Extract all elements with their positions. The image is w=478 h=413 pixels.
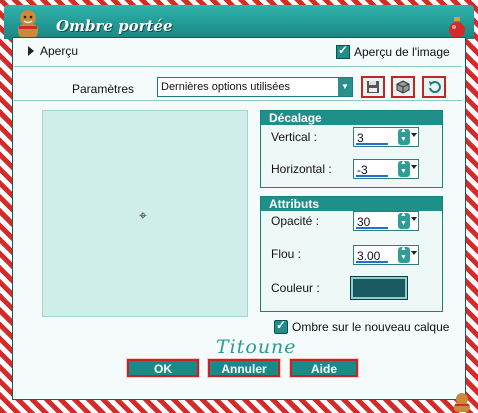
- apercu-label[interactable]: Aperçu: [40, 44, 78, 58]
- parametres-select-value: Dernières options utilisées: [161, 81, 291, 93]
- reset-icon: [429, 81, 441, 94]
- flou-spinner[interactable]: 3.00: [353, 245, 419, 265]
- vertical-label: Vertical :: [271, 130, 318, 144]
- decalage-header: Décalage: [261, 111, 442, 125]
- decalage-group: Décalage Vertical : 3 Horizontal : -3: [260, 110, 443, 188]
- apercu-checkbox[interactable]: [336, 43, 350, 59]
- opacite-spinner[interactable]: 30: [353, 211, 419, 231]
- christmas-ornament-icon[interactable]: [447, 17, 467, 39]
- couleur-swatch[interactable]: [350, 276, 408, 300]
- expand-arrow-icon[interactable]: [28, 46, 34, 56]
- attributs-group: Attributs Opacité : 30 Flou : 3.00 Coule…: [260, 196, 443, 312]
- save-icon: [367, 81, 379, 93]
- save-preset-button[interactable]: [361, 76, 385, 98]
- value-underline: [356, 227, 388, 229]
- opacite-label: Opacité :: [271, 214, 320, 228]
- aide-button[interactable]: Aide: [289, 358, 359, 378]
- value-underline: [356, 143, 388, 145]
- dropdown-arrow-icon[interactable]: [411, 165, 417, 169]
- calque-label[interactable]: Ombre sur le nouveau calque: [292, 320, 449, 334]
- spin-arrows-icon[interactable]: [398, 159, 410, 177]
- horizontal-label: Horizontal :: [271, 162, 332, 176]
- cube-icon: [396, 80, 410, 94]
- vertical-spinner[interactable]: 3: [353, 127, 419, 147]
- spin-arrows-icon[interactable]: [398, 127, 410, 145]
- value-underline: [356, 175, 388, 177]
- apercu-checkbox-label[interactable]: Aperçu de l'image: [354, 45, 450, 59]
- spin-arrows-icon[interactable]: [398, 211, 410, 229]
- gingerbread-icon: [18, 10, 38, 38]
- horizontal-spinner[interactable]: -3: [353, 159, 419, 179]
- spin-arrows-icon[interactable]: [398, 245, 410, 263]
- couleur-label: Couleur :: [271, 281, 320, 295]
- cube-preset-button[interactable]: [391, 76, 415, 98]
- parametres-select[interactable]: Dernières options utilisées ▼: [157, 77, 353, 97]
- attributs-header: Attributs: [261, 197, 442, 211]
- separator: [14, 100, 462, 101]
- value-underline: [356, 261, 388, 263]
- signature-watermark: Titoune: [216, 336, 297, 358]
- flou-label: Flou :: [271, 247, 302, 261]
- reset-preset-button[interactable]: [422, 76, 446, 98]
- ok-button[interactable]: OK: [126, 358, 200, 378]
- title-bar[interactable]: Ombre portée: [4, 5, 474, 39]
- parametres-label: Paramètres: [72, 82, 135, 96]
- preview-pane[interactable]: ⌖: [42, 110, 248, 317]
- gingerbread-corner-icon: [454, 393, 470, 412]
- chevron-down-icon[interactable]: ▼: [338, 78, 352, 96]
- window-title: Ombre portée: [56, 17, 173, 35]
- dropdown-arrow-icon[interactable]: [411, 133, 417, 137]
- move-cursor-icon: ⌖: [139, 207, 147, 223]
- separator: [14, 66, 462, 67]
- calque-checkbox[interactable]: [274, 318, 288, 334]
- dropdown-arrow-icon[interactable]: [411, 217, 417, 221]
- dropdown-arrow-icon[interactable]: [411, 251, 417, 255]
- annuler-button[interactable]: Annuler: [207, 358, 281, 378]
